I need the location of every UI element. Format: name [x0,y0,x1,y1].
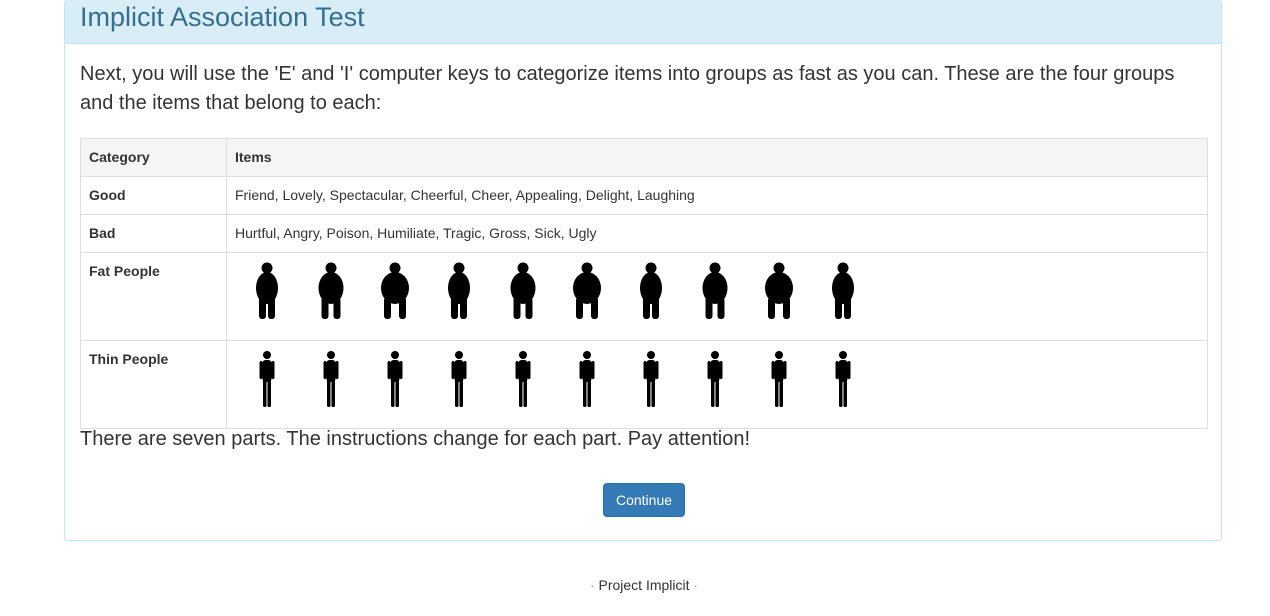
panel-heading: Implicit Association Test [65,0,1221,44]
category-fat-people: Fat People [80,252,227,341]
fat-person-silhouette-icon [631,261,695,321]
thin-people-images [235,341,1199,417]
items-fat-people [226,252,1208,341]
category-table: Category Items Good Friend, Lovely, Spec… [80,138,1208,429]
footer-separator-right: · [693,577,699,593]
fat-person-silhouette-icon [439,261,503,321]
fat-person-silhouette-icon [375,261,439,321]
thin-person-silhouette-icon [247,349,311,409]
thin-person-silhouette-icon [311,349,375,409]
table-row-good: Good Friend, Lovely, Spectacular, Cheerf… [80,176,1208,215]
thin-person-silhouette-icon [695,349,759,409]
fat-person-silhouette-icon [759,261,823,321]
footer: · Project Implicit · [0,577,1270,593]
category-column-header: Category [80,138,227,177]
footer-separator-left: · [589,577,595,593]
items-thin-people [226,340,1208,429]
thin-person-silhouette-icon [759,349,823,409]
parts-notice-text: There are seven parts. The instructions … [80,428,751,450]
iat-panel: Implicit Association Test Next, you will… [64,0,1222,541]
fat-person-silhouette-icon [247,261,311,321]
thin-person-silhouette-icon [439,349,503,409]
footer-link-project-implicit[interactable]: Project Implicit [598,577,689,593]
thin-person-silhouette-icon [823,349,887,409]
thin-person-silhouette-icon [375,349,439,409]
thin-person-silhouette-icon [631,349,695,409]
items-good: Friend, Lovely, Spectacular, Cheerful, C… [226,176,1208,215]
category-bad: Bad [80,214,227,253]
fat-person-silhouette-icon [695,261,759,321]
instructions-text: Next, you will use the 'E' and 'I' compu… [80,63,1175,114]
thin-person-silhouette-icon [503,349,567,409]
category-thin-people: Thin People [80,340,227,429]
fat-person-silhouette-icon [567,261,631,321]
table-row-fat-people: Fat People [80,252,1208,341]
items-bad: Hurtful, Angry, Poison, Humiliate, Tragi… [226,214,1208,253]
category-good: Good [80,176,227,215]
thin-person-silhouette-icon [567,349,631,409]
items-column-header: Items [226,138,1208,177]
fat-person-silhouette-icon [503,261,567,321]
continue-button[interactable]: Continue [603,483,685,517]
fat-people-images [235,253,1199,329]
table-row-bad: Bad Hurtful, Angry, Poison, Humiliate, T… [80,214,1208,253]
table-row-thin-people: Thin People [80,340,1208,429]
page-title: Implicit Association Test [80,2,365,32]
fat-person-silhouette-icon [311,261,375,321]
fat-person-silhouette-icon [823,261,887,321]
